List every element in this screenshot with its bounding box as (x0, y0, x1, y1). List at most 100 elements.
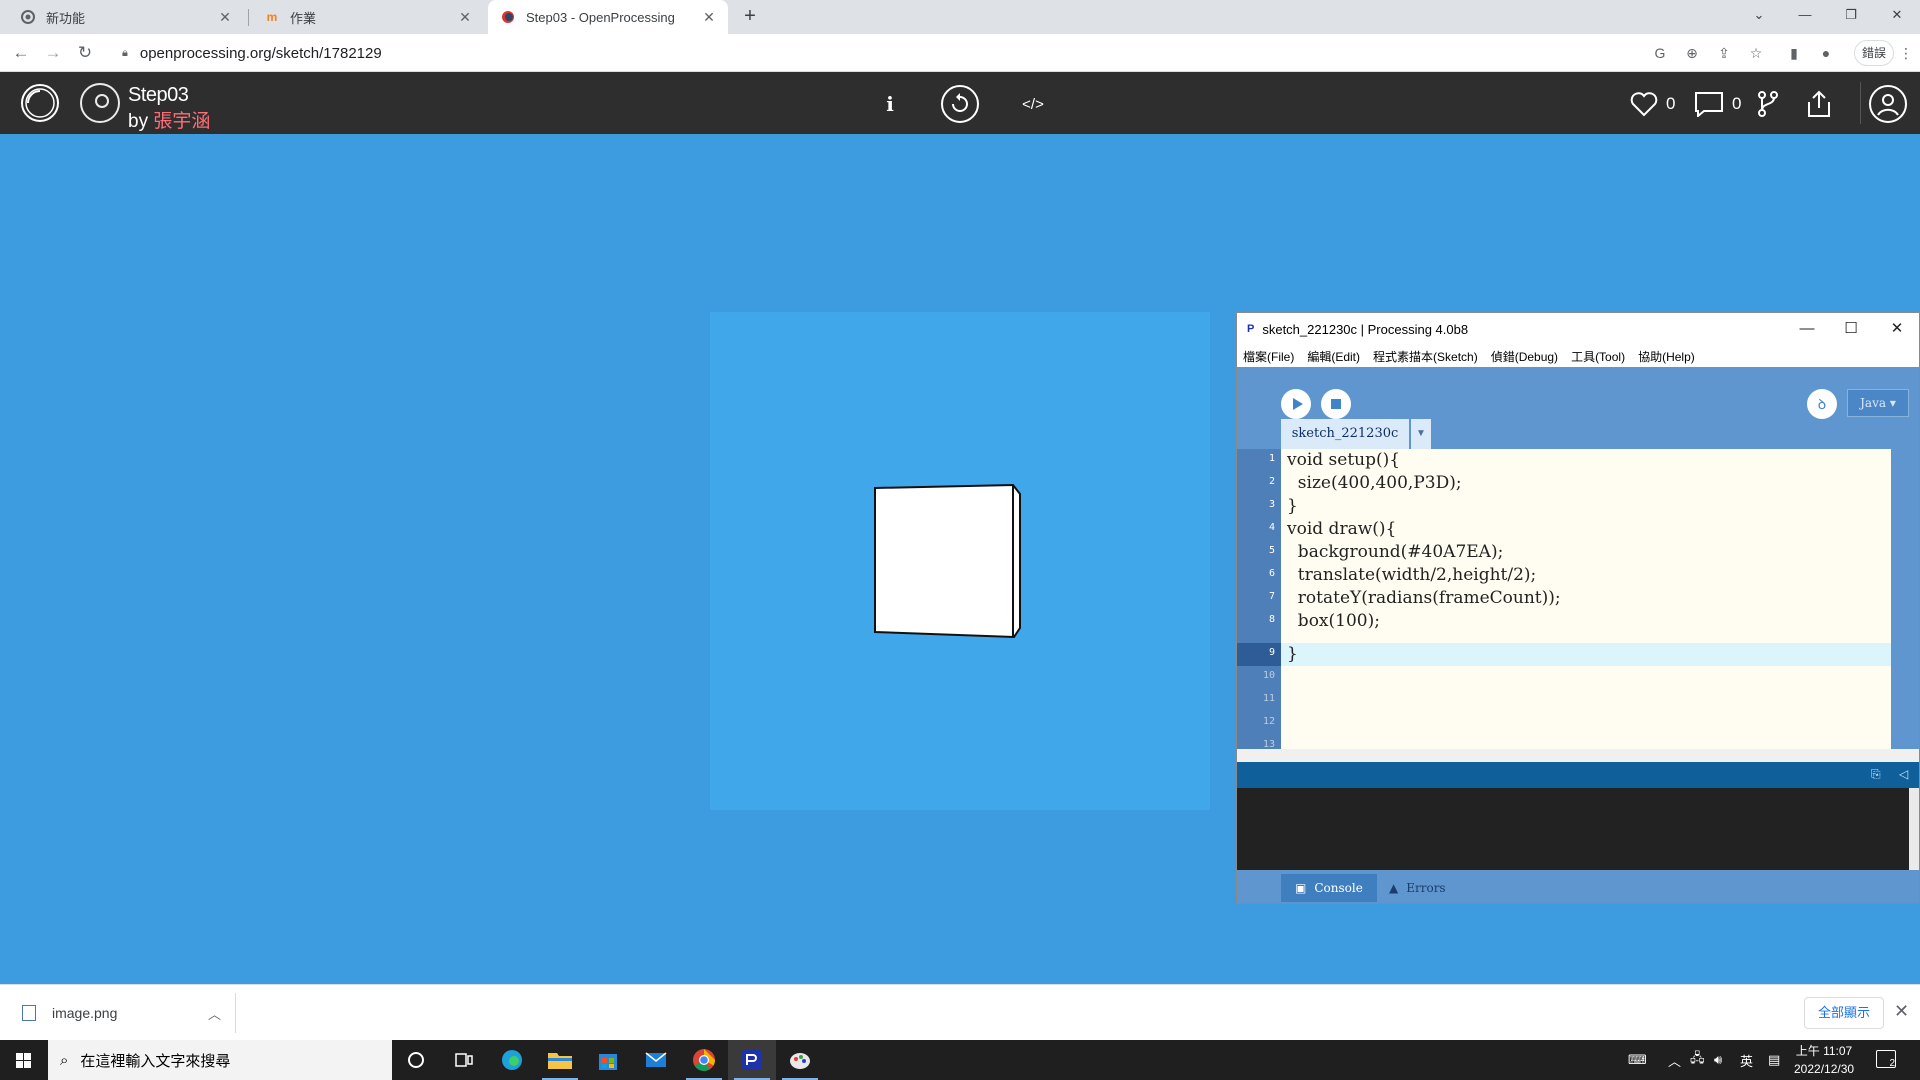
run-button[interactable] (1281, 389, 1311, 419)
code-line[interactable]: background(#40A7EA); (1287, 541, 1504, 564)
sketch-canvas[interactable] (710, 312, 1210, 810)
edge-taskbar-button[interactable] (488, 1040, 536, 1080)
like-button[interactable]: 0 (1630, 90, 1675, 118)
restore-button[interactable]: ❐ (1828, 0, 1874, 30)
user-menu-button[interactable] (1868, 84, 1908, 124)
debugger-button[interactable]: ꝺ (1807, 389, 1837, 419)
fork-button[interactable] (1756, 90, 1780, 118)
code-line[interactable]: size(400,400,P3D); (1287, 472, 1462, 495)
network-icon[interactable]: 🖧︎ (1690, 1040, 1705, 1080)
action-center-icon[interactable]: ▤ (1768, 1040, 1780, 1080)
menu-debug[interactable]: 偵錯(Debug) (1491, 348, 1558, 365)
code-line[interactable]: } (1287, 495, 1298, 518)
menu-help[interactable]: 協助(Help) (1638, 348, 1695, 365)
close-icon[interactable]: ✕ (216, 8, 234, 26)
ide-status-bar: ⎘ ◁ (1237, 762, 1919, 788)
translate-icon[interactable]: G (1650, 43, 1670, 63)
info-button[interactable]: i (880, 90, 900, 118)
share-button[interactable] (1804, 90, 1834, 118)
download-file-name[interactable]: image.png (52, 1005, 208, 1021)
author-avatar[interactable] (80, 83, 120, 123)
code-line[interactable]: rotateY(radians(frameCount)); (1287, 587, 1561, 610)
tab-search-icon[interactable]: ⌄ (1736, 0, 1782, 30)
code-toggle-button[interactable]: </> (1018, 90, 1048, 118)
side-panel-icon[interactable]: ▮ (1784, 43, 1804, 63)
omnibox[interactable]: 🔒︎ openprocessing.org/sketch/1782129 (110, 37, 1650, 69)
mail-taskbar-button[interactable] (632, 1040, 680, 1080)
browser-tab-new-features[interactable]: 新功能 ✕ (8, 0, 244, 34)
taskbar-search-box[interactable]: ⌕ 在這裡輸入文字來搜尋 (48, 1040, 392, 1080)
file-explorer-taskbar-button[interactable] (536, 1040, 584, 1080)
ide-minimize-button[interactable]: — (1793, 317, 1821, 341)
error-button[interactable]: 錯誤 (1854, 40, 1894, 66)
menu-kebab-icon[interactable]: ⋮ (1896, 43, 1916, 63)
reload-button[interactable]: ↻ (74, 42, 96, 64)
show-all-downloads-button[interactable]: 全部顯示 (1804, 997, 1884, 1029)
comments-button[interactable]: 0 (1694, 90, 1741, 118)
editor-scroll-track[interactable] (1891, 449, 1919, 749)
processing-taskbar-button[interactable] (728, 1040, 776, 1080)
errors-tab[interactable]: ▲ Errors (1375, 874, 1460, 902)
start-button[interactable] (0, 1040, 48, 1080)
browser-tab-homework[interactable]: m 作業 ✕ (252, 0, 484, 34)
openprocessing-logo-icon[interactable] (18, 83, 62, 123)
chevron-up-icon[interactable]: ︿ (1668, 1040, 1681, 1080)
collapse-console-icon[interactable]: ◁ (1899, 767, 1908, 781)
download-item[interactable]: image.png ︿ (14, 993, 236, 1033)
share-icon[interactable]: ⇪ (1714, 43, 1734, 63)
menu-tool[interactable]: 工具(Tool) (1571, 348, 1625, 365)
close-window-button[interactable]: ✕ (1874, 0, 1920, 30)
notifications-button[interactable]: 2 (1876, 1050, 1896, 1069)
new-tab-button[interactable]: + (738, 5, 762, 29)
restart-button[interactable] (940, 84, 980, 124)
line-number: 6 (1268, 568, 1275, 579)
console-scrollbar[interactable] (1909, 788, 1919, 870)
mode-selector[interactable]: Java ▾ (1847, 389, 1909, 417)
chrome-taskbar-button[interactable] (680, 1040, 728, 1080)
console-output[interactable] (1237, 788, 1909, 870)
line-number: 2 (1268, 476, 1275, 487)
volume-icon[interactable]: 🔊︎ (1714, 1040, 1722, 1080)
author-link[interactable]: 張宇涵 (153, 111, 210, 132)
back-button[interactable]: ← (10, 42, 32, 64)
line-number: 13 (1262, 739, 1275, 750)
forward-button[interactable]: → (42, 42, 64, 64)
keyboard-icon[interactable]: ⌨ (1628, 1040, 1647, 1080)
code-line[interactable]: void draw(){ (1287, 518, 1396, 541)
editor-tab[interactable]: sketch_221230c (1281, 419, 1409, 449)
code-line[interactable]: box(100); (1287, 610, 1380, 633)
cortana-button[interactable] (392, 1040, 440, 1080)
copy-console-icon[interactable]: ⎘ (1871, 767, 1881, 782)
tab-menu-arrow-icon[interactable]: ▼ (1411, 419, 1431, 449)
code-editor[interactable]: void setup(){ size(400,400,P3D); } void … (1281, 449, 1891, 749)
minimize-button[interactable]: — (1782, 0, 1828, 30)
url-text[interactable]: openprocessing.org/sketch/1782129 (140, 45, 382, 62)
zoom-icon[interactable]: ⊕ (1682, 43, 1702, 63)
code-line[interactable]: void setup(){ (1287, 449, 1400, 472)
paint-taskbar-button[interactable] (776, 1040, 824, 1080)
bookmark-star-icon[interactable]: ☆ (1746, 43, 1766, 63)
menu-edit[interactable]: 編輯(Edit) (1307, 348, 1360, 365)
profile-icon[interactable]: ● (1816, 43, 1836, 63)
code-line[interactable]: translate(width/2,height/2); (1287, 564, 1536, 587)
lock-icon[interactable]: 🔒︎ (122, 47, 128, 60)
close-icon[interactable]: ✕ (700, 8, 718, 26)
system-clock[interactable]: 上午 11:07 2022/12/30 (1794, 1042, 1854, 1078)
ide-maximize-button[interactable]: ☐ (1837, 317, 1865, 341)
ide-close-button[interactable]: ✕ (1883, 317, 1911, 341)
close-icon[interactable]: ✕ (456, 8, 474, 26)
console-tab[interactable]: ▣ Console (1281, 874, 1377, 902)
heart-icon (1630, 92, 1658, 117)
task-view-button[interactable] (440, 1040, 488, 1080)
ime-language[interactable]: 英 (1740, 1040, 1753, 1080)
menu-file[interactable]: 檔案(File) (1243, 348, 1294, 365)
browser-tab-openprocessing[interactable]: Step03 - OpenProcessing ✕ (488, 0, 728, 34)
close-shelf-icon[interactable]: ✕ (1894, 1001, 1909, 1022)
openprocessing-header: Step03 by 張宇涵 i </> 0 0 (0, 72, 1920, 134)
stop-button[interactable] (1321, 389, 1351, 419)
menu-sketch[interactable]: 程式素描本(Sketch) (1373, 348, 1478, 365)
chevron-up-icon[interactable]: ︿ (208, 1004, 221, 1023)
errors-tab-label: Errors (1406, 881, 1446, 895)
store-taskbar-button[interactable] (584, 1040, 632, 1080)
code-line[interactable]: } (1287, 643, 1298, 666)
